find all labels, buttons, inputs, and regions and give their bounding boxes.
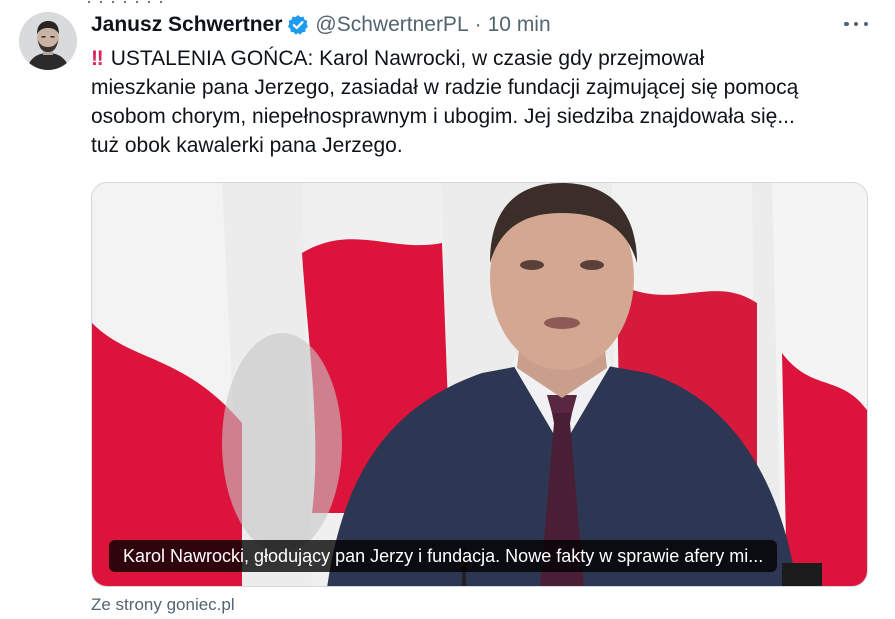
avatar-image <box>19 12 77 70</box>
separator-dot: · <box>474 13 482 36</box>
tweet-header: Janusz Schwertner @SchwertnerPL · 10 min <box>91 10 551 40</box>
avatar[interactable] <box>19 12 77 70</box>
link-card-title[interactable]: Karol Nawrocki, głodujący pan Jerzy i fu… <box>109 540 778 572</box>
verified-badge-icon <box>287 14 309 36</box>
tweet-text-line: ‼ USTALENIA GOŃCA: Karol Nawrocki, w czas… <box>91 47 705 70</box>
timestamp[interactable]: 10 min <box>488 13 551 37</box>
author-handle[interactable]: @SchwertnerPL <box>315 13 468 37</box>
tweet-text: ‼ USTALENIA GOŃCA: Karol Nawrocki, w czas… <box>91 44 871 160</box>
tweet-text-line: osobom chorym, niepełnosprawnym i ubogim… <box>91 105 795 128</box>
tweet-text-line: mieszkanie pana Jerzego, zasiadał w radz… <box>91 76 799 99</box>
tweet-text-line: tuż obok kawalerki pana Jerzego. <box>91 134 403 157</box>
more-options-icon[interactable] <box>844 14 868 34</box>
link-card-image[interactable]: Karol Nawrocki, głodujący pan Jerzy i fu… <box>91 182 868 587</box>
speaker-photo <box>92 183 867 586</box>
author-name[interactable]: Janusz Schwertner <box>91 13 282 37</box>
link-source[interactable]: Ze strony goniec.pl <box>91 595 235 615</box>
double-exclamation-icon: ‼ <box>91 47 104 70</box>
